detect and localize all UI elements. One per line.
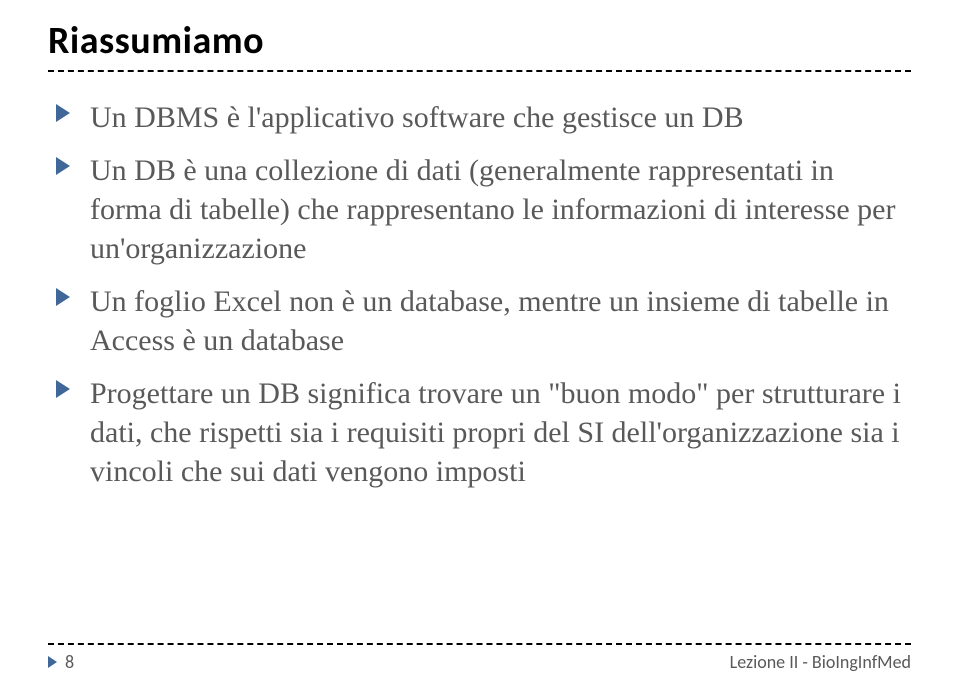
list-item: Un DB è una collezione di dati (generalm…: [56, 151, 911, 268]
list-item: Progettare un DB significa trovare un "b…: [56, 374, 911, 491]
bullet-arrow-icon: [56, 288, 70, 306]
bullet-arrow-icon: [56, 157, 70, 175]
list-item: Un foglio Excel non è un database, mentr…: [56, 282, 911, 360]
footer-label: Lezione II - BioIngInfMed: [730, 651, 911, 673]
slide-title: Riassumiamo: [48, 18, 911, 64]
page-number: 8: [65, 651, 74, 673]
slide: Riassumiamo Un DBMS è l'applicativo soft…: [0, 0, 959, 691]
footer-row: 8 Lezione II - BioIngInfMed: [48, 651, 911, 673]
bullet-text: Progettare un DB significa trovare un "b…: [90, 377, 901, 488]
list-item: Un DBMS è l'applicativo software che ges…: [56, 98, 911, 137]
bullet-text: Un DBMS è l'applicativo software che ges…: [90, 101, 744, 134]
bullet-text: Un foglio Excel non è un database, mentr…: [90, 285, 889, 357]
title-divider: [48, 70, 911, 72]
footer-arrow-icon: [48, 656, 57, 668]
bullet-list: Un DBMS è l'applicativo software che ges…: [48, 98, 911, 491]
footer: 8 Lezione II - BioIngInfMed: [48, 643, 911, 673]
footer-divider: [48, 643, 911, 645]
footer-left: 8: [48, 651, 74, 673]
bullet-arrow-icon: [56, 380, 70, 398]
bullet-text: Un DB è una collezione di dati (generalm…: [90, 154, 896, 265]
bullet-arrow-icon: [56, 104, 70, 122]
